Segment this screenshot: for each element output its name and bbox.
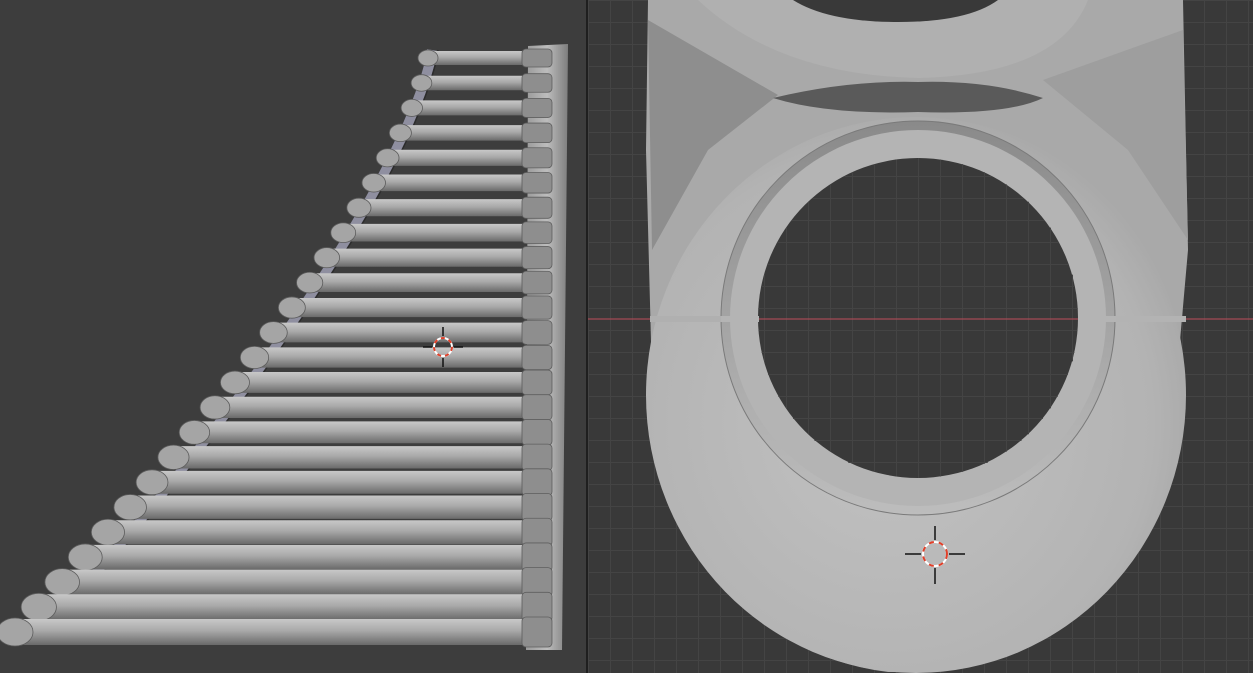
- rung-cap-right: [521, 616, 553, 648]
- rung-cap-left: [239, 345, 270, 370]
- rung-cap-left: [277, 296, 306, 319]
- rung-cap-left: [313, 247, 340, 269]
- chain-link-scene: [588, 0, 1253, 673]
- ladder-rung: [32, 594, 548, 620]
- rung-cap-left: [400, 98, 423, 117]
- ladder-rung: [285, 297, 548, 318]
- rung-cap-right: [521, 172, 553, 194]
- rung-cap-left: [388, 123, 412, 143]
- ladder-rung: [303, 273, 548, 292]
- rung-cap-left: [375, 148, 400, 168]
- ladder-rung: [124, 495, 549, 519]
- viewport-left[interactable]: [0, 0, 586, 673]
- rung-cap-right: [521, 468, 553, 497]
- rung-cap-left: [361, 173, 386, 193]
- rung-cap-left: [178, 420, 211, 445]
- rung-cap-right: [521, 196, 553, 219]
- rung-cap-right: [521, 320, 553, 345]
- rung-cap-left: [157, 444, 190, 470]
- rung-cap-left: [199, 395, 231, 420]
- rung-cap-left: [67, 543, 103, 571]
- rung-cap-left: [330, 222, 357, 243]
- rung-cap-right: [521, 147, 553, 169]
- ladder-rung: [248, 347, 548, 368]
- ladder-rung: [167, 446, 549, 469]
- ladder-rung: [352, 199, 548, 217]
- rung-cap-right: [521, 122, 553, 144]
- rung-cap-left: [296, 271, 324, 294]
- ladder-rung: [367, 174, 548, 192]
- ladder-rung: [320, 248, 548, 267]
- rung-cap-right: [521, 344, 553, 371]
- rung-cap-right: [521, 394, 553, 421]
- rung-cap-right: [521, 419, 553, 446]
- ladder-rung: [337, 223, 548, 242]
- axis-cover-ring-right: [1078, 316, 1116, 322]
- rung-cap-right: [521, 542, 553, 572]
- ladder-rung: [9, 619, 548, 645]
- ladder-rung: [101, 520, 548, 545]
- rung-cap-left: [44, 568, 80, 596]
- ladder-rung: [208, 396, 548, 419]
- rung-cap-right: [521, 221, 553, 244]
- ladder-rung: [188, 421, 548, 444]
- rung-cap-right: [521, 369, 553, 396]
- rung-cap-right: [521, 73, 553, 93]
- rung-cap-right: [521, 443, 553, 471]
- rung-cap-left: [410, 74, 433, 92]
- rung-cap-right: [521, 295, 553, 320]
- rung-cap-left: [20, 592, 57, 622]
- rung-cap-right: [521, 246, 553, 270]
- rung-cap-right: [521, 517, 553, 547]
- rung-cap-left: [259, 321, 288, 344]
- rung-cap-left: [220, 370, 250, 395]
- axis-cover-ring-left: [721, 316, 759, 322]
- rung-cap-left: [113, 494, 147, 521]
- rung-cap-left: [90, 518, 125, 546]
- ladder-rung: [267, 322, 548, 343]
- ladder-rungs: [0, 48, 553, 648]
- ladder-rung: [79, 544, 548, 570]
- rung-cap-right: [521, 97, 553, 118]
- rung-cap-left: [417, 49, 439, 67]
- rung-cap-right: [521, 270, 553, 295]
- rung-cap-left: [346, 197, 372, 218]
- ladder-rung: [56, 569, 548, 595]
- viewport-right[interactable]: [588, 0, 1253, 673]
- rung-cap-left: [135, 469, 169, 496]
- ladder-scene: [0, 44, 568, 650]
- rung-cap-left: [0, 617, 34, 647]
- rung-cap-right: [521, 493, 553, 522]
- ladder-rung: [228, 372, 548, 393]
- ladder-rung: [146, 470, 548, 494]
- rung-cap-right: [521, 48, 553, 68]
